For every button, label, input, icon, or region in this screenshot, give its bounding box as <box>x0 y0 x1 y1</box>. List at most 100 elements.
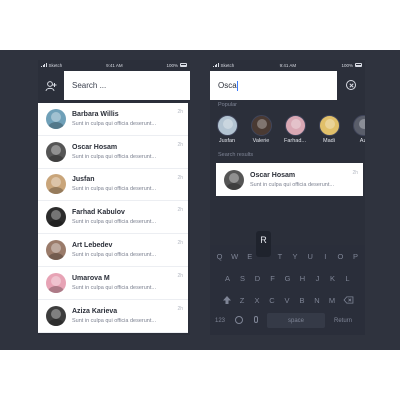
status-bar: Sketch 9:41 AM 100% <box>210 60 365 70</box>
avatar <box>46 305 66 326</box>
key-popup: R <box>256 231 271 257</box>
list-item[interactable]: Oscar Hosam Sunt in culpa qui officia des… <box>38 136 188 169</box>
battery-icon <box>354 63 362 67</box>
key-n[interactable]: N <box>313 296 322 305</box>
signal-icon <box>41 63 47 67</box>
list-item[interactable]: Aziza Karieva Sunt in culpa qui officia d… <box>38 300 188 333</box>
popular-contact[interactable]: Jusfan <box>216 115 238 145</box>
contact-name: Aziza Karieva <box>72 307 118 315</box>
search-input[interactable]: Osca <box>210 71 337 100</box>
key-c[interactable]: C <box>268 296 277 305</box>
status-time: 9:41 AM <box>279 62 297 68</box>
key-k[interactable]: K <box>328 274 337 283</box>
avatar <box>284 115 306 136</box>
battery-percent: 100% <box>341 62 353 68</box>
key-j[interactable]: J <box>313 274 322 283</box>
message-time: 2h <box>177 305 183 312</box>
search-header: Osca <box>210 70 365 101</box>
backspace-icon[interactable] <box>343 296 354 304</box>
space-key[interactable]: space <box>267 313 325 328</box>
contact-message: Sunt in culpa qui officia deserunt... <box>72 153 156 160</box>
key-y[interactable]: Y <box>291 252 300 261</box>
list-item[interactable]: Farhad Kabulov Sunt in culpa qui officia … <box>38 201 188 235</box>
search-placeholder: Search ... <box>72 81 107 90</box>
contact-name: Oscar Hosam <box>72 143 118 151</box>
search-results-label: Search results <box>218 152 254 158</box>
return-key[interactable]: Return <box>334 318 352 324</box>
list-item[interactable]: Art Lebedev Sunt in culpa qui officia des… <box>38 234 188 267</box>
key-m[interactable]: M <box>328 296 337 305</box>
key-t[interactable]: T <box>275 252 284 261</box>
contact-message: Sunt in culpa qui officia deserunt... <box>72 284 156 291</box>
contact-name: Umarova M <box>72 274 110 282</box>
popular-contacts: Jusfan Valerie Farhad... Madi Az <box>216 115 365 145</box>
keyboard-row-1: QWERTYUIOP <box>210 245 365 267</box>
popular-contact-name: Farhad... <box>284 138 307 144</box>
shift-icon[interactable] <box>222 295 232 305</box>
popular-contact[interactable]: Madi <box>318 115 340 145</box>
key-o[interactable]: O <box>336 252 345 261</box>
key-s[interactable]: S <box>238 274 247 283</box>
popular-contact[interactable]: Farhad... <box>284 115 306 145</box>
avatar <box>46 272 66 293</box>
list-item[interactable]: Barbara Willis Sunt in culpa qui officia … <box>38 103 188 136</box>
microphone-icon[interactable] <box>254 316 258 323</box>
contact-name: Jusfan <box>72 176 95 184</box>
key-i[interactable]: I <box>321 252 330 261</box>
avatar <box>250 115 272 136</box>
search-result-item[interactable]: Oscar Hosam Sunt in culpa qui officia de… <box>216 163 363 196</box>
popular-contact-name: Valerie <box>252 138 270 144</box>
contacts-screen: Sketch 9:41 AM 100% Search ... Barbara W… <box>38 60 190 335</box>
key-p[interactable]: P <box>351 252 360 261</box>
key-l[interactable]: L <box>343 274 352 283</box>
message-time: 2h <box>177 109 183 115</box>
contact-message: Sunt in culpa qui officia deserunt... <box>72 120 156 127</box>
message-time: 2h <box>177 240 183 247</box>
key-a[interactable]: A <box>223 274 232 283</box>
contact-name: Farhad Kabulov <box>72 209 125 217</box>
popular-contact[interactable]: Az <box>352 115 365 145</box>
numbers-key[interactable]: 123 <box>215 318 225 324</box>
key-h[interactable]: H <box>298 274 307 283</box>
contact-name: Art Lebedev <box>72 242 113 250</box>
message-time: 2h <box>177 207 183 214</box>
key-d[interactable]: D <box>253 274 262 283</box>
list-item[interactable]: Umarova M Sunt in culpa qui officia deser… <box>38 267 188 300</box>
text-cursor <box>237 80 238 91</box>
contact-message: Sunt in culpa qui officia deserunt... <box>250 181 334 188</box>
keyboard-row-2: ASDFGHJKL <box>210 267 365 289</box>
avatar <box>46 108 66 129</box>
popular-contact[interactable]: Valerie <box>250 115 272 145</box>
avatar <box>216 115 238 136</box>
key-q[interactable]: Q <box>215 252 224 261</box>
key-x[interactable]: X <box>253 296 262 305</box>
message-time: 2h <box>177 141 183 148</box>
search-input[interactable]: Search ... <box>64 71 190 100</box>
contact-list: Barbara Willis Sunt in culpa qui officia … <box>38 103 188 333</box>
avatar <box>46 240 66 261</box>
list-item[interactable]: Jusfan Sunt in culpa qui officia deserunt… <box>38 169 188 202</box>
signal-icon <box>213 63 219 67</box>
avatar <box>46 141 66 162</box>
avatar <box>46 174 66 195</box>
message-time: 2h <box>177 174 183 181</box>
status-time: 9:41 AM <box>106 62 123 68</box>
battery-percent: 100% <box>166 62 178 68</box>
key-b[interactable]: B <box>298 296 307 305</box>
key-f[interactable]: F <box>268 274 277 283</box>
key-w[interactable]: W <box>230 252 239 261</box>
close-circle-icon[interactable] <box>346 80 356 90</box>
key-e[interactable]: E <box>245 252 254 261</box>
popular-contact-name: Madi <box>323 138 335 144</box>
key-v[interactable]: V <box>283 296 292 305</box>
emoji-icon[interactable] <box>235 316 243 324</box>
add-person-icon[interactable] <box>45 80 57 92</box>
keyboard-bottom-row: 123 space Return <box>210 311 365 331</box>
search-screen: Sketch 9:41 AM 100% Osca Popular Jusfan V… <box>210 60 365 335</box>
message-time: 2h <box>177 272 183 279</box>
avatar <box>224 169 244 190</box>
key-z[interactable]: Z <box>238 296 247 305</box>
avatar <box>318 115 340 136</box>
key-u[interactable]: U <box>306 252 315 261</box>
key-g[interactable]: G <box>283 274 292 283</box>
